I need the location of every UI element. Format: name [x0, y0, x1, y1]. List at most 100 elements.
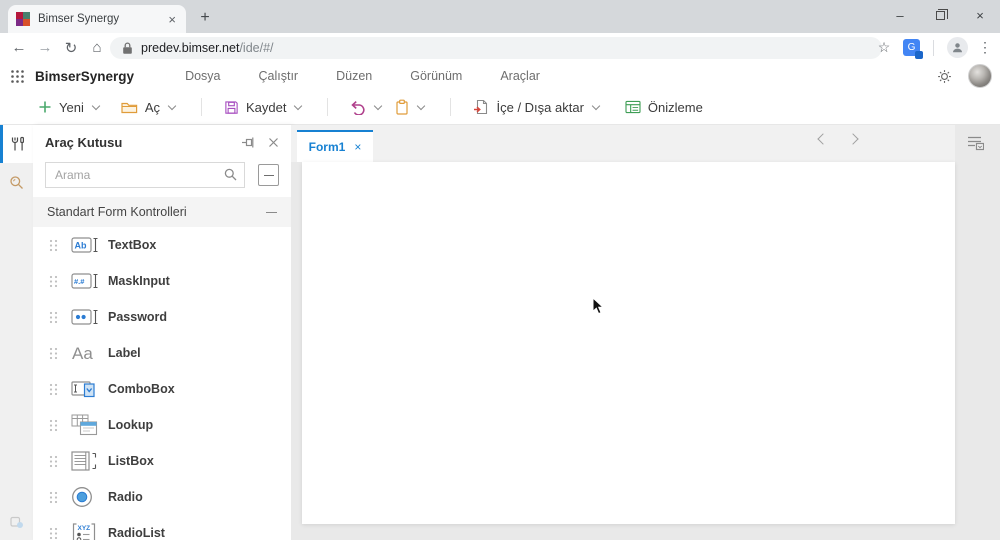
import-export-button[interactable]: İçe / Dışa aktar: [473, 99, 601, 115]
tab-list-icon[interactable]: [967, 135, 985, 156]
toolbox-title: Araç Kutusu: [45, 134, 123, 150]
activity-toolbox-button[interactable]: [0, 125, 33, 163]
minimize-button[interactable]: –: [880, 0, 920, 30]
drag-handle-icon[interactable]: [49, 275, 58, 288]
home-icon[interactable]: ⌂: [84, 39, 110, 56]
tab-form1-close-icon[interactable]: ×: [354, 140, 361, 154]
radiolist-icon: XYZ: [70, 522, 100, 540]
undo-button[interactable]: [350, 100, 383, 115]
browser-tab[interactable]: Bimser Synergy ×: [8, 5, 186, 33]
folder-icon: [121, 102, 138, 114]
toolbox-item-listbox[interactable]: ListBox: [33, 443, 291, 479]
toolbox-item-maskinput[interactable]: #.# MaskInput: [33, 263, 291, 299]
new-button[interactable]: Yeni: [38, 100, 101, 115]
drag-handle-icon[interactable]: [49, 239, 58, 252]
bimser-favicon: [16, 12, 30, 26]
preview-button[interactable]: Önizleme: [625, 100, 703, 115]
tab-form1[interactable]: Form1 ×: [297, 130, 373, 162]
toolbox-panel: Araç Kutusu Standart Form Kontrolleri: [33, 125, 291, 540]
user-avatar[interactable]: [968, 64, 992, 88]
toolbar-divider: [201, 98, 202, 116]
brand-title[interactable]: BimserSynergy: [35, 69, 134, 84]
editor-area: Form1 ×: [291, 125, 1000, 540]
toolbox-item-textbox[interactable]: Ab TextBox: [33, 227, 291, 263]
svg-text:XYZ: XYZ: [78, 525, 91, 532]
drag-handle-icon[interactable]: [49, 383, 58, 396]
app-toolbar: Yeni Aç Kaydet İçe / Dışa aktar Önizleme: [0, 90, 1000, 125]
drag-handle-icon[interactable]: [49, 527, 58, 540]
browser-nav-right: ☆ G ⋮: [871, 33, 996, 62]
menu-dosya[interactable]: Dosya: [166, 69, 239, 83]
chevron-down-icon: [91, 101, 101, 110]
lock-icon: [122, 41, 133, 55]
radio-icon: [70, 486, 100, 508]
open-button[interactable]: Aç: [121, 100, 177, 115]
toolbox-item-lookup[interactable]: Lookup: [33, 407, 291, 443]
close-button[interactable]: ×: [960, 0, 1000, 30]
toolbox-item-radiolist[interactable]: XYZ RadioList: [33, 515, 291, 540]
preview-table-icon: [625, 100, 641, 114]
toolbox-search-input[interactable]: [45, 162, 245, 188]
drag-handle-icon[interactable]: [49, 419, 58, 432]
listbox-icon: [70, 450, 100, 472]
activity-bar: [0, 125, 33, 540]
drag-handle-icon[interactable]: [49, 491, 58, 504]
toolbar-divider: [327, 98, 329, 116]
activity-inspect-button[interactable]: [0, 163, 33, 201]
tabs-scroll-left-icon[interactable]: [817, 133, 829, 145]
collapse-all-button[interactable]: [258, 164, 279, 186]
toolbox-item-combobox[interactable]: ComboBox: [33, 371, 291, 407]
drag-handle-icon[interactable]: [49, 455, 58, 468]
toolbox-item-list: Ab TextBox #.# MaskInput Password Aa Lab…: [33, 227, 291, 540]
toolbox-section-title: Standart Form Kontrolleri: [47, 205, 187, 219]
toolbox-item-label[interactable]: Aa Label: [33, 335, 291, 371]
new-tab-button[interactable]: +: [194, 8, 216, 28]
paste-button[interactable]: [395, 99, 426, 115]
mouse-cursor: [592, 296, 605, 320]
save-icon: [225, 100, 238, 114]
restore-button[interactable]: [920, 0, 960, 30]
toolbox-header: Araç Kutusu: [33, 125, 291, 159]
browser-menu-icon[interactable]: ⋮: [974, 39, 996, 56]
settings-gear-icon[interactable]: [937, 69, 952, 84]
browser-profile-icon[interactable]: [947, 37, 968, 58]
app-header-right: [937, 62, 992, 90]
undo-icon: [351, 100, 366, 115]
form-design-canvas[interactable]: [302, 162, 955, 524]
clipboard-icon: [396, 99, 409, 115]
toolbox-search-row: [33, 159, 291, 191]
toolbox-section-header[interactable]: Standart Form Kontrolleri: [33, 197, 291, 227]
search-icon: [224, 168, 237, 186]
menu-calistir[interactable]: Çalıştır: [240, 69, 318, 83]
textbox-icon: Ab: [70, 234, 100, 256]
label-icon: Aa: [70, 342, 100, 364]
svg-text:Aa: Aa: [72, 344, 93, 363]
pin-icon[interactable]: [241, 136, 256, 149]
settings-faint-icon: [9, 516, 23, 528]
toolbox-item-radio[interactable]: Radio: [33, 479, 291, 515]
toolbox-icon: [11, 136, 25, 151]
drag-handle-icon[interactable]: [49, 347, 58, 360]
app-launcher-icon[interactable]: [10, 69, 25, 84]
url-path: /ide/#/: [239, 41, 274, 55]
toolbox-item-password[interactable]: Password: [33, 299, 291, 335]
bookmark-star-icon[interactable]: ☆: [871, 39, 897, 56]
back-icon[interactable]: ←: [6, 39, 32, 56]
menu-gorunum[interactable]: Görünüm: [391, 69, 481, 83]
maskinput-icon: #.#: [70, 270, 100, 292]
menu-araclar[interactable]: Araçlar: [481, 69, 559, 83]
tabs-scroll-right-icon[interactable]: [847, 133, 859, 145]
address-bar[interactable]: predev.bimser.net/ide/#/: [110, 37, 882, 59]
url-host: predev.bimser.net: [141, 41, 240, 55]
activity-bottom-button[interactable]: [0, 514, 33, 530]
tab-close-icon[interactable]: ×: [166, 12, 178, 27]
import-export-icon: [474, 99, 488, 115]
save-button[interactable]: Kaydet: [224, 100, 303, 115]
app-header: BimserSynergy Dosya Çalıştır Düzen Görün…: [0, 62, 1000, 90]
forward-icon[interactable]: →: [32, 39, 58, 56]
translate-icon[interactable]: G: [903, 39, 923, 59]
reload-icon[interactable]: ↻: [58, 39, 84, 57]
toolbox-close-icon[interactable]: [268, 137, 279, 148]
menu-duzen[interactable]: Düzen: [317, 69, 391, 83]
drag-handle-icon[interactable]: [49, 311, 58, 324]
